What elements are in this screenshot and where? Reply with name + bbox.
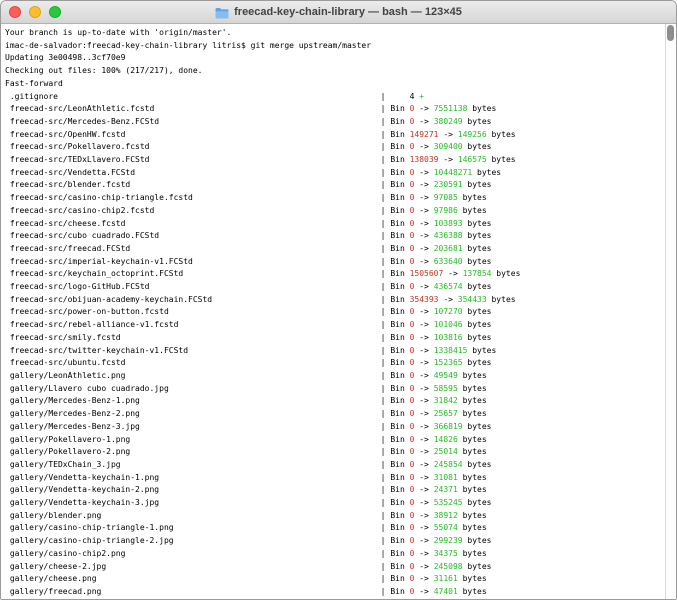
terminal-line: gallery/TEDxChain_3.jpg | Bin 0 -> 24585… xyxy=(5,459,676,472)
terminal-line: gallery/Pokellavero-2.png | Bin 0 -> 250… xyxy=(5,446,676,459)
terminal-lines: Your branch is up-to-date with 'origin/m… xyxy=(5,27,676,599)
terminal-line: freecad-src/blender.fcstd | Bin 0 -> 230… xyxy=(5,179,676,192)
zoom-button[interactable] xyxy=(49,6,61,18)
terminal-line: freecad-src/casino-chip-triangle.fcstd |… xyxy=(5,192,676,205)
terminal-line: freecad-src/ubuntu.fcstd | Bin 0 -> 1523… xyxy=(5,357,676,370)
terminal-line: gallery/casino-chip-triangle-2.jpg | Bin… xyxy=(5,535,676,548)
terminal-line: gallery/cheese.png | Bin 0 -> 31161 byte… xyxy=(5,573,676,586)
terminal-output[interactable]: Your branch is up-to-date with 'origin/m… xyxy=(1,24,676,599)
scrollbar[interactable] xyxy=(665,24,676,599)
title-container: freecad-key-chain-library — bash — 123×4… xyxy=(1,1,676,23)
terminal-line: gallery/LeonAthletic.png | Bin 0 -> 4954… xyxy=(5,370,676,383)
terminal-line: freecad-src/Mercedes-Benz.FCStd | Bin 0 … xyxy=(5,116,676,129)
terminal-line: Checking out files: 100% (217/217), done… xyxy=(5,65,676,78)
window-title: freecad-key-chain-library — bash — 123×4… xyxy=(234,6,462,18)
terminal-line: .gitignore | 4 + xyxy=(5,91,676,104)
terminal-line: gallery/Vendetta-keychain-2.png | Bin 0 … xyxy=(5,484,676,497)
terminal-line: freecad-src/smily.fcstd | Bin 0 -> 10381… xyxy=(5,332,676,345)
terminal-line: freecad-src/power-on-button.fcstd | Bin … xyxy=(5,306,676,319)
terminal-line: gallery/Vendetta-keychain-3.jpg | Bin 0 … xyxy=(5,497,676,510)
titlebar[interactable]: freecad-key-chain-library — bash — 123×4… xyxy=(1,1,676,24)
terminal-line: gallery/freecad.png | Bin 0 -> 47401 byt… xyxy=(5,586,676,599)
terminal-line: freecad-src/rebel-alliance-v1.fcstd | Bi… xyxy=(5,319,676,332)
terminal-line: gallery/Mercedes-Benz-3.jpg | Bin 0 -> 3… xyxy=(5,421,676,434)
terminal-line: gallery/Mercedes-Benz-2.png | Bin 0 -> 2… xyxy=(5,408,676,421)
minimize-button[interactable] xyxy=(29,6,41,18)
terminal-line: gallery/casino-chip2.png | Bin 0 -> 3437… xyxy=(5,548,676,561)
terminal-line: freecad-src/keychain_octoprint.FCStd | B… xyxy=(5,268,676,281)
terminal-line: gallery/Vendetta-keychain-1.png | Bin 0 … xyxy=(5,472,676,485)
terminal-line: gallery/Llavero cubo cuadrado.jpg | Bin … xyxy=(5,383,676,396)
terminal-line: gallery/Mercedes-Benz-1.png | Bin 0 -> 3… xyxy=(5,395,676,408)
terminal-line: Updating 3e00498..3cf70e9 xyxy=(5,52,676,65)
terminal-line: freecad-src/imperial-keychain-v1.FCStd |… xyxy=(5,256,676,269)
terminal-line: gallery/cheese-2.jpg | Bin 0 -> 245098 b… xyxy=(5,561,676,574)
terminal-line: freecad-src/cheese.fcstd | Bin 0 -> 1038… xyxy=(5,218,676,231)
terminal-line: freecad-src/Pokellavero.fcstd | Bin 0 ->… xyxy=(5,141,676,154)
traffic-lights xyxy=(9,6,61,18)
terminal-window: freecad-key-chain-library — bash — 123×4… xyxy=(0,0,677,600)
terminal-line: gallery/blender.png | Bin 0 -> 38912 byt… xyxy=(5,510,676,523)
terminal-line: freecad-src/LeonAthletic.fcstd | Bin 0 -… xyxy=(5,103,676,116)
terminal-line: Your branch is up-to-date with 'origin/m… xyxy=(5,27,676,40)
scrollbar-thumb[interactable] xyxy=(667,25,674,41)
terminal-line: freecad-src/casino-chip2.fcstd | Bin 0 -… xyxy=(5,205,676,218)
terminal-line: freecad-src/obijuan-academy-keychain.FCS… xyxy=(5,294,676,307)
terminal-line: freecad-src/Vendetta.FCStd | Bin 0 -> 10… xyxy=(5,167,676,180)
terminal-line: freecad-src/twitter-keychain-v1.FCStd | … xyxy=(5,345,676,358)
terminal-line: gallery/Pokellavero-1.png | Bin 0 -> 148… xyxy=(5,434,676,447)
terminal-line: freecad-src/cubo cuadrado.FCStd | Bin 0 … xyxy=(5,230,676,243)
terminal-line: imac-de-salvador:freecad-key-chain-libra… xyxy=(5,40,676,53)
terminal-line: freecad-src/TEDxLlavero.FCStd | Bin 1380… xyxy=(5,154,676,167)
terminal-line: gallery/casino-chip-triangle-1.png | Bin… xyxy=(5,522,676,535)
terminal-line: Fast-forward xyxy=(5,78,676,91)
terminal-line: freecad-src/OpenHW.fcstd | Bin 149271 ->… xyxy=(5,129,676,142)
terminal-line: freecad-src/logo-GitHub.FCStd | Bin 0 ->… xyxy=(5,281,676,294)
folder-icon xyxy=(215,6,229,18)
terminal-line: freecad-src/freecad.FCStd | Bin 0 -> 203… xyxy=(5,243,676,256)
close-button[interactable] xyxy=(9,6,21,18)
